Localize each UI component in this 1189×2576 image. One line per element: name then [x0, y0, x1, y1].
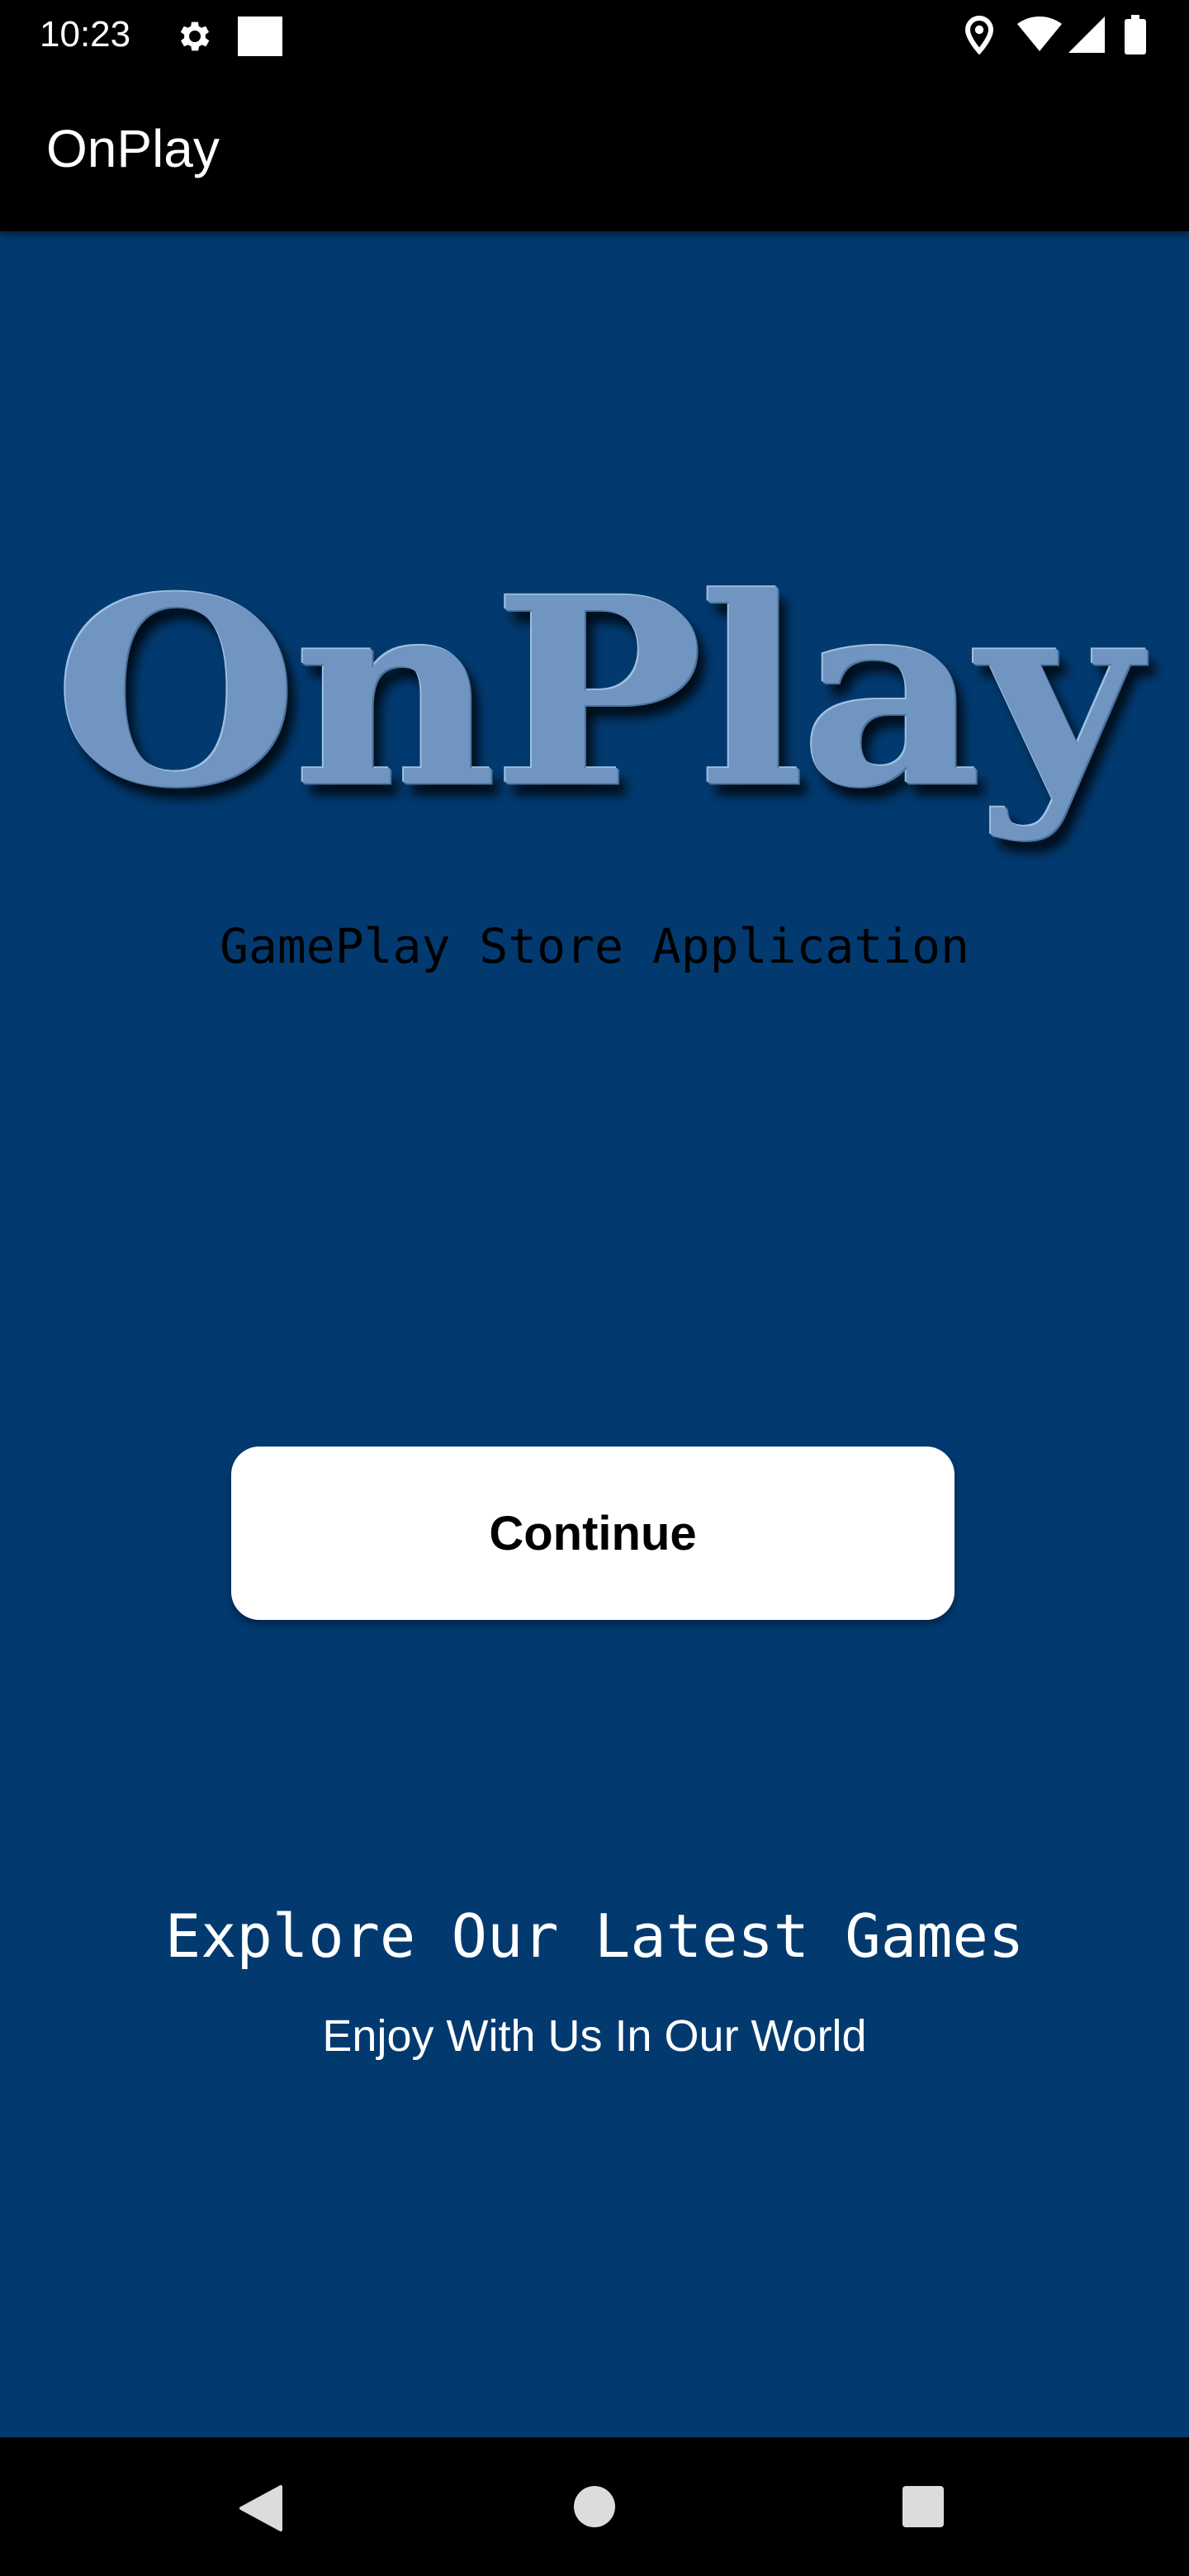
- recents-icon[interactable]: [902, 2485, 945, 2528]
- notification-square-icon: [238, 17, 282, 56]
- home-icon[interactable]: [573, 2485, 616, 2528]
- location-icon: [964, 15, 994, 54]
- continue-button[interactable]: Continue: [231, 1447, 955, 1620]
- status-bar: 10:23: [0, 0, 1189, 69]
- gear-icon: [180, 21, 210, 51]
- onplay-logo: OnPlay: [53, 542, 1140, 845]
- main-content: OnPlay GamePlay Store Application Contin…: [0, 231, 1189, 2437]
- navigation-bar: [0, 2437, 1189, 2576]
- screen: 10:23 OnPlay OnPlay GamePlay Store Appli…: [0, 0, 1189, 2576]
- cellular-signal-icon: [1068, 17, 1105, 53]
- explore-subtitle: Enjoy With Us In Our World: [322, 2011, 867, 2061]
- battery-icon: [1125, 15, 1146, 54]
- status-time: 10:23: [40, 14, 131, 54]
- back-icon[interactable]: [238, 2484, 284, 2533]
- app-bar: OnPlay: [0, 69, 1189, 231]
- tagline: GamePlay Store Application: [220, 918, 969, 974]
- app-bar-title: OnPlay: [46, 119, 220, 178]
- explore-heading: Explore Our Latest Games: [164, 1901, 1025, 1971]
- wifi-icon: [1017, 17, 1062, 51]
